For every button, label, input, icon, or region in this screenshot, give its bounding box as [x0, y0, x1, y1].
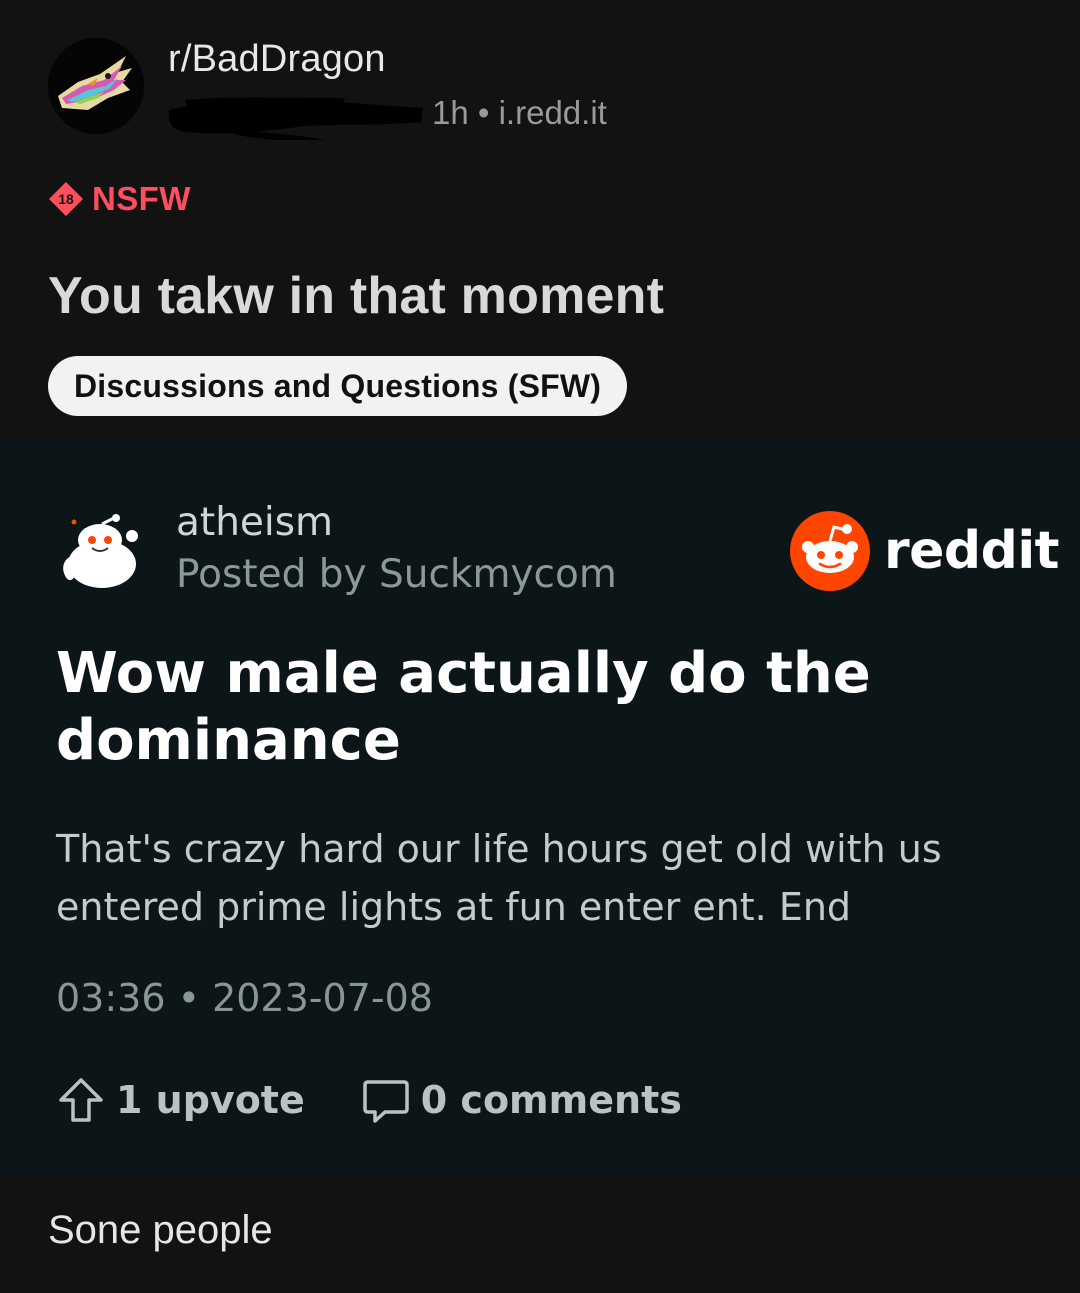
upvote-action: 1 upvote [56, 1075, 305, 1125]
embed-title: Wow male actually do the dominance [56, 641, 871, 773]
upvote-count: 1 upvote [116, 1078, 305, 1122]
comment-count: 0 comments [420, 1078, 682, 1122]
post-flair[interactable]: Discussions and Questions (SFW) [48, 356, 628, 416]
nsfw-tag: 18 NSFW [48, 178, 191, 220]
page: r/BadDragon 1h • i.redd.it 18 NSFW You t… [0, 0, 1080, 1293]
comment-bubble-icon [363, 1080, 409, 1123]
comments-action: 0 comments [361, 1075, 682, 1125]
subreddit-name[interactable]: r/BadDragon [168, 38, 386, 81]
caption-text[interactable]: Sone people [48, 1208, 273, 1253]
snoo-ghost-avatar-icon [63, 514, 138, 592]
embed-timestamp: 03:36 • 2023-07-08 [56, 976, 433, 1020]
reddit-logo: reddit [790, 510, 1060, 592]
nsfw-badge-text: 18 [58, 191, 74, 207]
reddit-snoo-icon [790, 511, 870, 591]
embed-subreddit: atheism [176, 500, 334, 545]
post-meta: 1h • i.redd.it [432, 94, 607, 131]
post-image[interactable]: atheism Posted by Suckmycom reddit Wow m… [0, 440, 1080, 1178]
redacted-username [168, 97, 423, 140]
post-title[interactable]: You takw in that moment [48, 266, 664, 326]
upvote-arrow-icon [59, 1078, 103, 1122]
embed-actions: 1 upvote 0 comments [56, 1070, 738, 1130]
post-header: r/BadDragon 1h • i.redd.it 18 NSFW You t… [0, 0, 1080, 440]
subreddit-avatar[interactable] [48, 38, 144, 134]
embed-posted-by: Posted by Suckmycom [176, 552, 617, 597]
dragon-logo-icon [48, 38, 144, 134]
nsfw-label: NSFW [92, 180, 191, 217]
nsfw-18-icon: 18 [49, 182, 83, 216]
embed-body: That's crazy hard our life hours get old… [56, 827, 942, 929]
reddit-wordmark: reddit [884, 521, 1060, 581]
